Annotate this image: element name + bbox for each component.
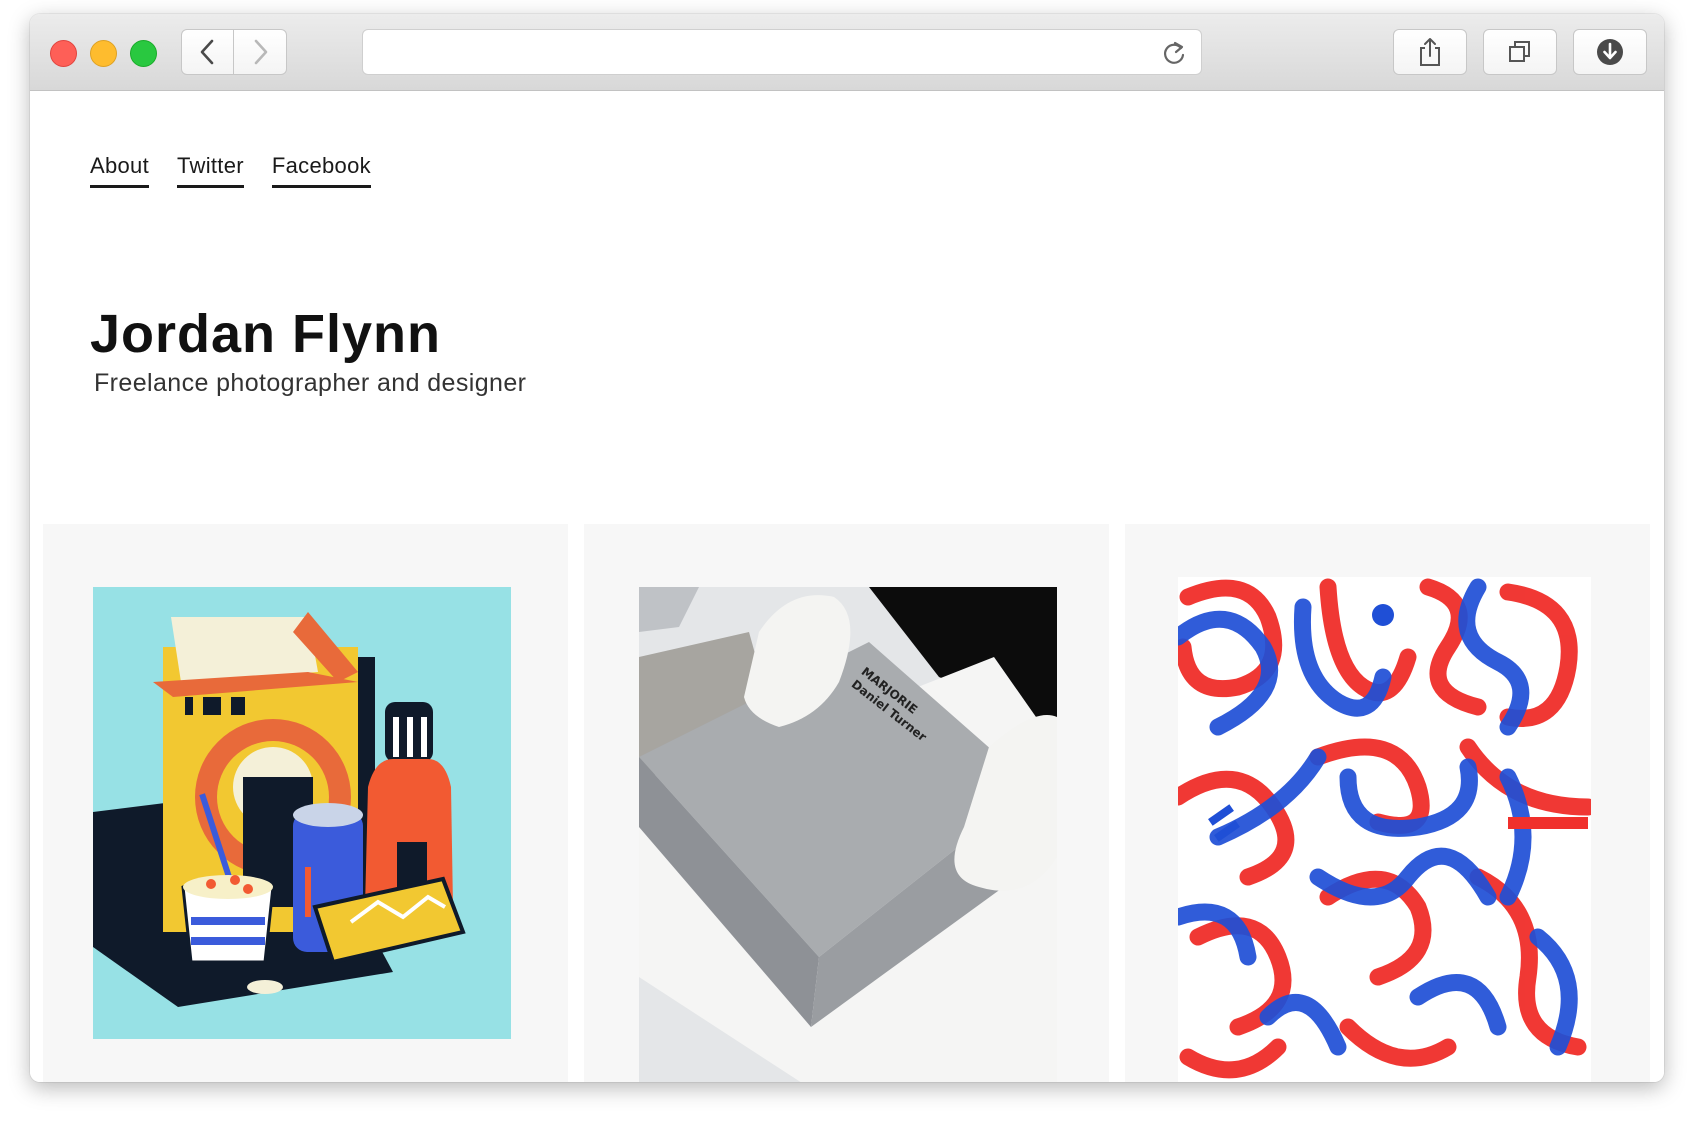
share-button[interactable] bbox=[1393, 29, 1467, 75]
nav-link-facebook[interactable]: Facebook bbox=[271, 153, 371, 188]
downloads-button[interactable] bbox=[1573, 29, 1647, 75]
minimize-window-button[interactable] bbox=[90, 40, 117, 67]
chevron-left-icon bbox=[200, 39, 213, 65]
zoom-window-button[interactable] bbox=[130, 40, 157, 67]
download-icon bbox=[1597, 39, 1623, 65]
project-card[interactable]: MARJORIE Daniel Turner bbox=[584, 524, 1109, 1082]
project-pattern-image bbox=[1178, 577, 1591, 1082]
project-card[interactable] bbox=[1125, 524, 1650, 1082]
project-photo-image: MARJORIE Daniel Turner bbox=[639, 587, 1057, 1082]
browser-window: About Twitter Facebook Jordan Flynn Free… bbox=[30, 14, 1664, 1082]
top-nav: About Twitter Facebook bbox=[90, 153, 371, 188]
reload-icon[interactable] bbox=[1161, 39, 1187, 67]
project-illustration-image bbox=[93, 587, 511, 1039]
page-subtitle: Freelance photographer and designer bbox=[94, 369, 527, 397]
address-bar[interactable] bbox=[362, 29, 1202, 75]
show-tabs-button[interactable] bbox=[1483, 29, 1557, 75]
project-card[interactable] bbox=[43, 524, 568, 1082]
back-button[interactable] bbox=[181, 29, 234, 75]
share-icon bbox=[1420, 38, 1440, 66]
close-window-button[interactable] bbox=[50, 40, 77, 67]
nav-link-twitter[interactable]: Twitter bbox=[177, 153, 244, 188]
browser-toolbar bbox=[30, 14, 1664, 91]
tabs-icon bbox=[1509, 41, 1530, 62]
nav-link-about[interactable]: About bbox=[90, 153, 149, 188]
chevron-right-icon bbox=[254, 39, 268, 65]
page-content: About Twitter Facebook Jordan Flynn Free… bbox=[30, 91, 1664, 1082]
page-title: Jordan Flynn bbox=[90, 304, 442, 364]
forward-button[interactable] bbox=[234, 29, 287, 75]
